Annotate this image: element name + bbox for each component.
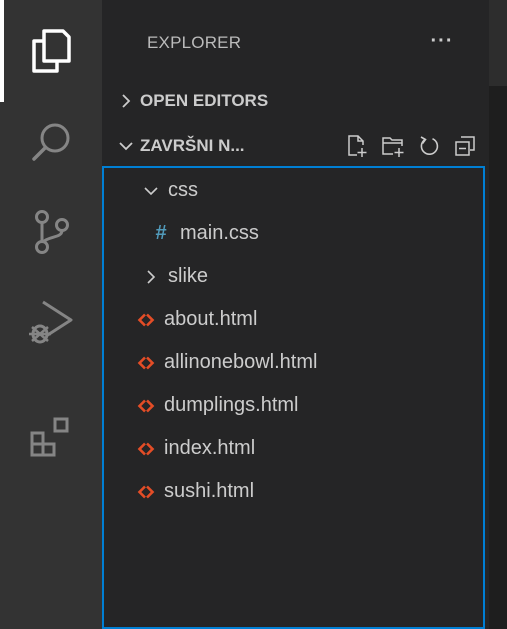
search-icon[interactable]: [0, 97, 102, 187]
sidebar-header: EXPLORER ···: [102, 0, 489, 86]
explorer-icon[interactable]: [0, 6, 102, 96]
html-file-icon: [136, 311, 156, 329]
tree-file-dumplings-html[interactable]: dumplings.html: [104, 384, 483, 427]
tree-file-sushi-html[interactable]: sushi.html: [104, 470, 483, 513]
workspace-actions: [339, 125, 483, 167]
tree-item-label: css: [168, 179, 198, 201]
editor-tab-strip: [489, 0, 507, 86]
activity-bar: [0, 0, 102, 629]
extensions-icon[interactable]: [0, 393, 102, 483]
open-editors-section[interactable]: OPEN EDITORS: [102, 80, 489, 122]
tree-item-label: sushi.html: [164, 480, 255, 502]
run-debug-icon[interactable]: [0, 277, 102, 367]
workspace-label: ZAVRŠNI N...: [140, 136, 245, 155]
tree-item-label: dumplings.html: [164, 394, 299, 416]
new-folder-icon[interactable]: [375, 128, 411, 164]
tree-file-allinonebowl-html[interactable]: allinonebowl.html: [104, 341, 483, 384]
more-actions-label: ···: [430, 29, 454, 52]
chevron-right-icon: [116, 93, 136, 109]
tree-item-label: allinonebowl.html: [164, 351, 318, 373]
sidebar-title: EXPLORER: [147, 33, 242, 52]
tree-item-label: index.html: [164, 437, 256, 459]
open-editors-label: OPEN EDITORS: [140, 91, 269, 110]
editor-area: [489, 0, 507, 629]
tree-file-main-css[interactable]: # main.css: [104, 212, 483, 255]
workspace-section[interactable]: ZAVRŠNI N...: [102, 125, 489, 167]
chevron-right-icon: [142, 269, 160, 285]
tree-file-index-html[interactable]: index.html: [104, 427, 483, 470]
html-file-icon: [136, 483, 156, 501]
tree-folder-slike[interactable]: slike: [104, 255, 483, 298]
file-tree: css # main.css slike about.html allinone…: [102, 166, 485, 629]
html-file-icon: [136, 440, 156, 458]
refresh-icon[interactable]: [411, 128, 447, 164]
new-file-icon[interactable]: [339, 128, 375, 164]
tree-item-label: slike: [168, 265, 209, 287]
chevron-down-icon: [116, 141, 136, 151]
html-file-icon: [136, 354, 156, 372]
tree-item-label: main.css: [180, 222, 259, 244]
more-actions-button[interactable]: ···: [424, 24, 460, 58]
tree-file-about-html[interactable]: about.html: [104, 298, 483, 341]
source-control-icon[interactable]: [0, 187, 102, 277]
chevron-down-icon: [142, 186, 160, 196]
tree-folder-css[interactable]: css: [104, 169, 483, 212]
tree-item-label: about.html: [164, 308, 258, 330]
html-file-icon: [136, 397, 156, 415]
css-file-icon: #: [155, 222, 167, 244]
explorer-sidebar: EXPLORER ··· OPEN EDITORS ZAVRŠNI N... c…: [102, 0, 489, 629]
collapse-all-icon[interactable]: [447, 128, 483, 164]
